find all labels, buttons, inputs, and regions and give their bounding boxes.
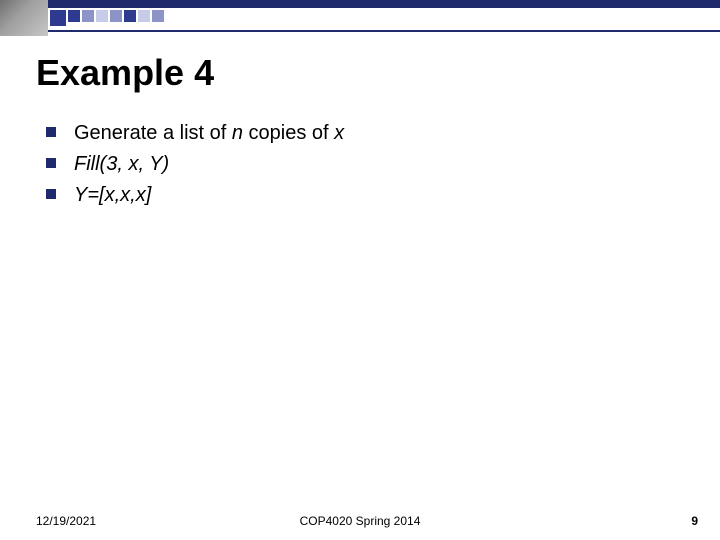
slide-footer: 12/19/2021 COP4020 Spring 2014 9 xyxy=(0,508,720,528)
header-squares xyxy=(48,8,166,32)
bullet-var: x xyxy=(334,122,344,144)
slide-title: Example 4 xyxy=(36,52,684,94)
bullet-var: n xyxy=(232,122,243,144)
bullet-code: Y=[x,x,x] xyxy=(74,184,151,206)
footer-page-number: 9 xyxy=(691,514,698,528)
bullet-text: Generate a list of xyxy=(74,122,232,144)
list-item: Y=[x,x,x] xyxy=(46,180,684,211)
footer-course: COP4020 Spring 2014 xyxy=(0,514,720,528)
bullet-list: Generate a list of n copies of x Fill(3,… xyxy=(46,118,684,211)
header-underline xyxy=(48,30,720,32)
list-item: Fill(3, x, Y) xyxy=(46,149,684,180)
bullet-text: copies of xyxy=(243,122,334,144)
slide-body: Example 4 Generate a list of n copies of… xyxy=(0,46,720,506)
list-item: Generate a list of n copies of x xyxy=(46,118,684,149)
header-photo-thumbnail xyxy=(0,0,48,36)
header-bar xyxy=(48,0,720,8)
slide-header-decoration xyxy=(0,0,720,36)
bullet-code: Fill(3, x, Y) xyxy=(74,153,169,175)
